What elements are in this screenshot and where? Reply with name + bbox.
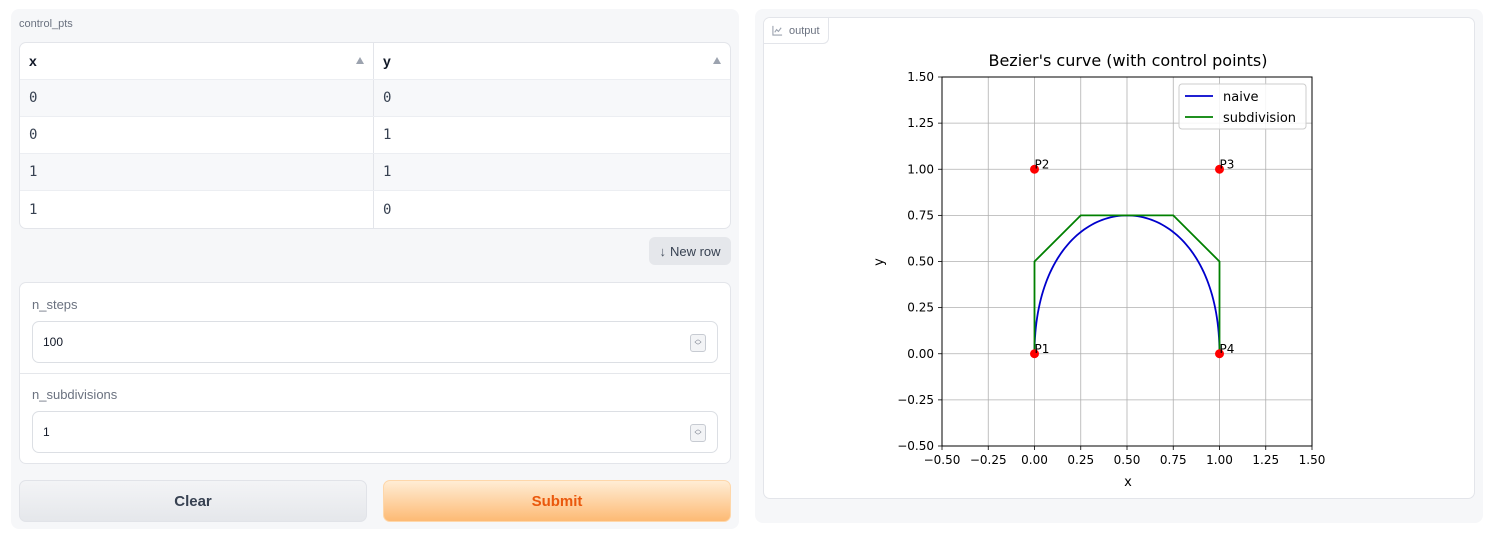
x-tick-label: 1.25 xyxy=(1252,453,1279,467)
y-tick-label: −0.50 xyxy=(897,439,934,453)
column-header-x[interactable]: x xyxy=(20,43,374,79)
y-tick-label: 0.25 xyxy=(907,301,934,315)
table-cell[interactable]: 0 xyxy=(20,80,374,116)
new-row-label: New row xyxy=(669,243,721,259)
control-point-label: P1 xyxy=(1035,342,1050,356)
y-tick-label: 0.50 xyxy=(907,255,934,269)
y-tick-label: 0.75 xyxy=(907,208,934,222)
table-cell[interactable]: 0 xyxy=(20,117,374,153)
y-tick-label: 1.50 xyxy=(907,70,934,84)
sort-arrow-icon[interactable] xyxy=(713,57,721,64)
n-subdivisions-value: 1 xyxy=(43,425,50,439)
y-axis-label: y xyxy=(872,258,887,266)
column-header-label: y xyxy=(383,53,391,69)
divider xyxy=(20,373,730,374)
x-tick-label: −0.25 xyxy=(970,453,1007,467)
y-tick-label: 1.25 xyxy=(907,116,934,130)
table-row: 0 1 xyxy=(20,117,730,154)
control-point-label: P3 xyxy=(1220,157,1235,171)
column-header-label: x xyxy=(29,53,37,69)
table-cell[interactable]: 1 xyxy=(374,154,730,190)
control-pts-label: control_pts xyxy=(19,18,73,30)
plot-area: P1 P2 P3 P4 xyxy=(1030,157,1235,359)
output-panel: output Bezier's curve (with control poin… xyxy=(755,9,1483,523)
new-row-button[interactable]: ↓ New row xyxy=(649,237,731,265)
clear-button[interactable]: Clear xyxy=(19,480,367,522)
table-row: 1 0 xyxy=(20,191,730,228)
y-tick-label: 1.00 xyxy=(907,162,934,176)
x-tick-label: 0.00 xyxy=(1021,453,1048,467)
table-header: x y xyxy=(20,43,730,80)
table-cell[interactable]: 1 xyxy=(374,117,730,153)
spinner-icon[interactable]: ︿ ﹀ xyxy=(690,334,706,352)
x-axis-label: x xyxy=(1124,475,1132,490)
table-cell[interactable]: 0 xyxy=(374,191,730,228)
control-point-label: P2 xyxy=(1035,157,1050,171)
table-row: 0 0 xyxy=(20,80,730,117)
output-plot-container: output Bezier's curve (with control poin… xyxy=(763,17,1475,499)
axis-ticks: −0.50 −0.25 0.00 0.25 0.50 0.75 1.00 1.25 1.50 −0… xyxy=(897,70,1325,467)
table-row: 1 1 xyxy=(20,154,730,191)
arrow-down-icon: ↓ xyxy=(659,243,666,259)
input-panel: control_pts x y 0 0 0 1 1 1 1 0 ↓ New ro… xyxy=(11,9,739,529)
control-point-label: P4 xyxy=(1220,342,1235,356)
params-group: n_steps 100 ︿ ﹀ n_subdivisions 1 ︿ ﹀ xyxy=(19,282,731,464)
table-cell[interactable]: 1 xyxy=(20,191,374,228)
sort-arrow-icon[interactable] xyxy=(356,57,364,64)
chart-title: Bezier's curve (with control points) xyxy=(988,51,1267,70)
n-subdivisions-label: n_subdivisions xyxy=(32,387,118,402)
legend: naive subdivision xyxy=(1178,83,1307,130)
n-steps-label: n_steps xyxy=(32,297,78,312)
legend-label: naive xyxy=(1223,90,1259,105)
column-header-y[interactable]: y xyxy=(374,43,730,79)
y-tick-label: −0.25 xyxy=(897,393,934,407)
table-cell[interactable]: 0 xyxy=(374,80,730,116)
y-tick-label: 0.00 xyxy=(907,347,934,361)
n-steps-value: 100 xyxy=(43,335,64,349)
table-cell[interactable]: 1 xyxy=(20,154,374,190)
control-pts-table: x y 0 0 0 1 1 1 1 0 xyxy=(19,42,731,229)
spinner-icon[interactable]: ︿ ﹀ xyxy=(690,424,706,442)
x-tick-label: 0.50 xyxy=(1114,453,1141,467)
x-tick-label: 0.25 xyxy=(1067,453,1094,467)
x-tick-label: 1.50 xyxy=(1299,453,1326,467)
submit-button[interactable]: Submit xyxy=(383,480,731,522)
x-tick-label: −0.50 xyxy=(924,453,961,467)
x-tick-label: 0.75 xyxy=(1160,453,1187,467)
legend-label: subdivision xyxy=(1223,111,1296,126)
grid xyxy=(941,76,1313,447)
x-tick-label: 1.00 xyxy=(1206,453,1233,467)
bezier-chart: Bezier's curve (with control points) P1P… xyxy=(872,51,1325,490)
n-subdivisions-input[interactable]: 1 ︿ ﹀ xyxy=(32,411,718,453)
n-steps-input[interactable]: 100 ︿ ﹀ xyxy=(32,321,718,363)
